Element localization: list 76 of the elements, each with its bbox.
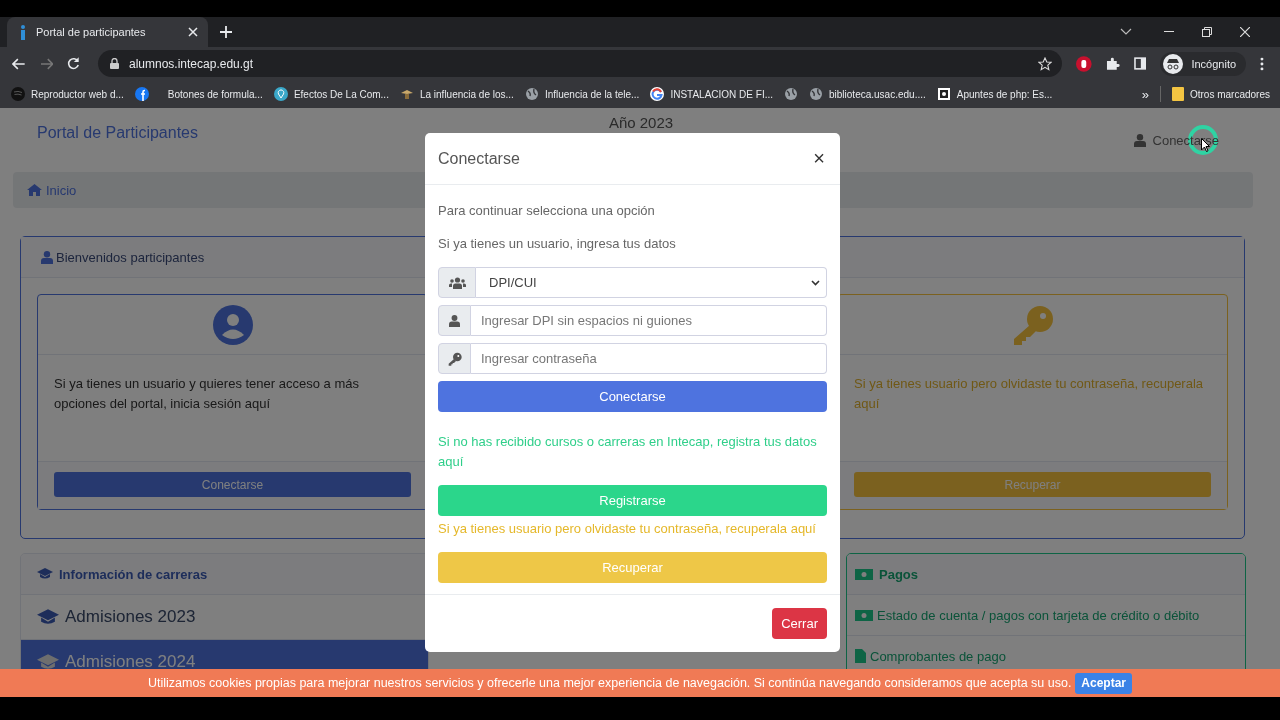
bookmark-folder[interactable]: Otros marcadores: [1171, 87, 1270, 101]
bookmark[interactable]: biblioteca.usac.edu....: [809, 87, 926, 101]
url-text: alumnos.intecap.edu.gt: [129, 56, 254, 71]
user-icon: [1133, 133, 1146, 147]
user-icon: [449, 314, 460, 327]
menu-icon[interactable]: [1260, 56, 1264, 71]
globe-icon: [809, 87, 823, 101]
minimize-icon[interactable]: [1164, 31, 1174, 33]
back-arrow-icon[interactable]: [12, 57, 26, 70]
close-icon[interactable]: [188, 27, 198, 37]
user-icon: [41, 250, 53, 264]
dialog-button[interactable]: Conectarse: [438, 381, 827, 412]
frame-icon: [936, 87, 951, 101]
bookmark[interactable]: La influencia de los...: [399, 88, 514, 100]
bookmark[interactable]: Efectos De La Com...: [273, 87, 389, 101]
card-title: Información de carreras: [59, 566, 208, 582]
option-text: Si ya tienes usuario pero olvidaste tu contraseña, recuperala aquí: [853, 375, 1205, 413]
hand-icon[interactable]: [1076, 55, 1093, 72]
globe-icon: [784, 87, 798, 101]
card-title: Pagos: [879, 566, 918, 582]
lock-icon: [110, 58, 119, 69]
dialog-note: Si no has recibido cursos o carreras en Intecap, registra tus datos aquí: [438, 433, 818, 471]
forward-arrow-icon[interactable]: [39, 57, 54, 70]
browser-tab[interactable]: Portal de participantes: [7, 17, 208, 47]
user-circle-icon: [212, 304, 253, 345]
key-icon: [1011, 304, 1054, 345]
select-field[interactable]: DPI/CUI: [476, 267, 827, 298]
more-bookmarks-button[interactable]: »: [1141, 86, 1149, 102]
bookmark[interactable]: Apuntes de php: Es...: [936, 87, 1053, 101]
bookmark[interactable]: INSTALACION DE FI...: [650, 87, 773, 101]
password-input[interactable]: Ingresar contraseña: [471, 343, 827, 374]
dialog-text: Si ya tienes un usuario, ingresa tus datos: [438, 235, 677, 253]
users-icon: [448, 276, 466, 289]
house-icon: [27, 184, 42, 196]
plus-icon[interactable]: [220, 26, 232, 38]
bookmark[interactable]: [784, 87, 798, 101]
bookmark[interactable]: Reproductor web d...: [11, 87, 124, 101]
close-dialog-button[interactable]: Cerrar: [772, 608, 827, 639]
reload-icon[interactable]: [67, 57, 80, 70]
incognito-icon: [1163, 53, 1184, 74]
graduation-cap-icon: [37, 653, 59, 671]
globe-icon: [524, 87, 539, 101]
year-label: Año 2023: [608, 113, 674, 133]
dpi-input[interactable]: Ingresar DPI sin espacios ni guiones: [471, 305, 827, 336]
round-logo-icon: [134, 87, 149, 101]
chevron-down-icon[interactable]: [1120, 28, 1132, 36]
folder-icon: [1171, 87, 1184, 101]
file-icon: [855, 649, 866, 663]
dialog-text: Para continuar selecciona una opción: [438, 202, 656, 220]
graduation-cap-icon: [37, 608, 59, 626]
bookmark[interactable]: [134, 87, 149, 101]
key-icon: [447, 351, 462, 366]
address-bar[interactable]: alumnos.intecap.edu.gt: [98, 50, 1063, 77]
multicolor-ring-icon: [650, 87, 665, 101]
puzzle-icon[interactable]: [1106, 56, 1120, 71]
restore-icon[interactable]: [1202, 27, 1212, 37]
dialog-note: Si ya tienes usuario pero olvidaste tu contraseña, recuperala aquí: [438, 520, 817, 538]
dialog-title: Conectarse: [438, 149, 520, 168]
close-button[interactable]: ×: [811, 147, 827, 170]
bookmark[interactable]: Influencia de la tele...: [524, 87, 640, 101]
disc-icon: [11, 87, 25, 101]
tab-title: Portal de participantes: [36, 26, 147, 38]
card-title: Bienvenidos participantes: [56, 249, 205, 265]
incognito-profile-button[interactable]: Incógnito: [1160, 51, 1247, 76]
bookmark[interactable]: Botones de formula...: [167, 88, 263, 100]
side-panel-icon[interactable]: [1133, 57, 1147, 70]
banknote-icon: [855, 609, 873, 621]
figure-icon: [19, 24, 27, 40]
banknote-icon: [855, 568, 873, 580]
chevron-down-icon: [811, 279, 820, 286]
pin-icon: [273, 87, 288, 101]
graduation-cap-icon: [37, 568, 53, 580]
star-icon[interactable]: [1038, 56, 1053, 71]
accept-button[interactable]: Aceptar: [1075, 672, 1133, 694]
option-text: Si ya tienes un usuario y quieres tener acceso a más opciones del portal, inicia sesión aquí: [53, 375, 360, 413]
close-icon[interactable]: [1240, 27, 1250, 37]
